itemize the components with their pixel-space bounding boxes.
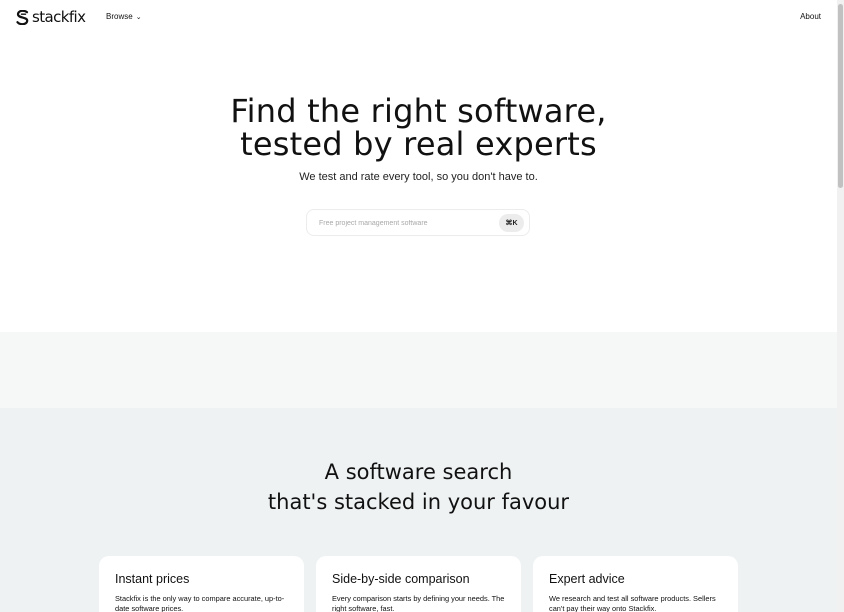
chevron-down-icon: ⌄	[135, 13, 142, 21]
feature-card-title: Expert advice	[549, 572, 625, 586]
hero-title-line-1: Find the right software,	[230, 92, 607, 130]
logo-band	[0, 332, 837, 408]
hero-title-line-2: tested by real experts	[240, 125, 597, 163]
shortcut-badge[interactable]: ⌘K	[499, 214, 524, 232]
about-link[interactable]: About	[800, 12, 821, 21]
feature-card-comparison: Side-by-side comparison Every comparison…	[316, 556, 521, 612]
logo-text: stackfix	[32, 8, 86, 26]
top-nav: stackfix Browse ⌄ About	[0, 0, 837, 34]
browse-label: Browse	[106, 12, 133, 21]
feature-card-text: Stackfix is the only way to compare accu…	[115, 594, 285, 612]
hero-title: Find the right software, tested by real …	[0, 95, 837, 161]
search-box[interactable]: ⌘K	[306, 209, 530, 236]
search-input[interactable]	[319, 216, 489, 230]
scrollbar-thumb[interactable]	[838, 4, 843, 188]
feature-card-instant-prices: Instant prices Stackfix is the only way …	[99, 556, 304, 612]
features-title: A software search that's stacked in your…	[0, 457, 837, 517]
browse-menu[interactable]: Browse ⌄	[106, 12, 142, 21]
page: stackfix Browse ⌄ About Find the right s…	[0, 0, 844, 612]
feature-card-title: Instant prices	[115, 572, 190, 586]
feature-card-text: Every comparison starts by defining your…	[332, 594, 505, 612]
feature-card-expert-advice: Expert advice We research and test all s…	[533, 556, 738, 612]
features-title-line-1: A software search	[324, 460, 513, 484]
hero-subtitle: We test and rate every tool, so you don'…	[299, 171, 538, 183]
stackfix-logo-icon	[16, 9, 29, 25]
logo-link[interactable]: stackfix	[16, 8, 86, 26]
features-title-line-2: that's stacked in your favour	[267, 490, 570, 514]
feature-card-title: Side-by-side comparison	[332, 572, 470, 586]
feature-card-text: We research and test all software produc…	[549, 594, 716, 612]
vertical-scrollbar[interactable]	[837, 0, 844, 612]
page-content: stackfix Browse ⌄ About Find the right s…	[0, 0, 837, 612]
